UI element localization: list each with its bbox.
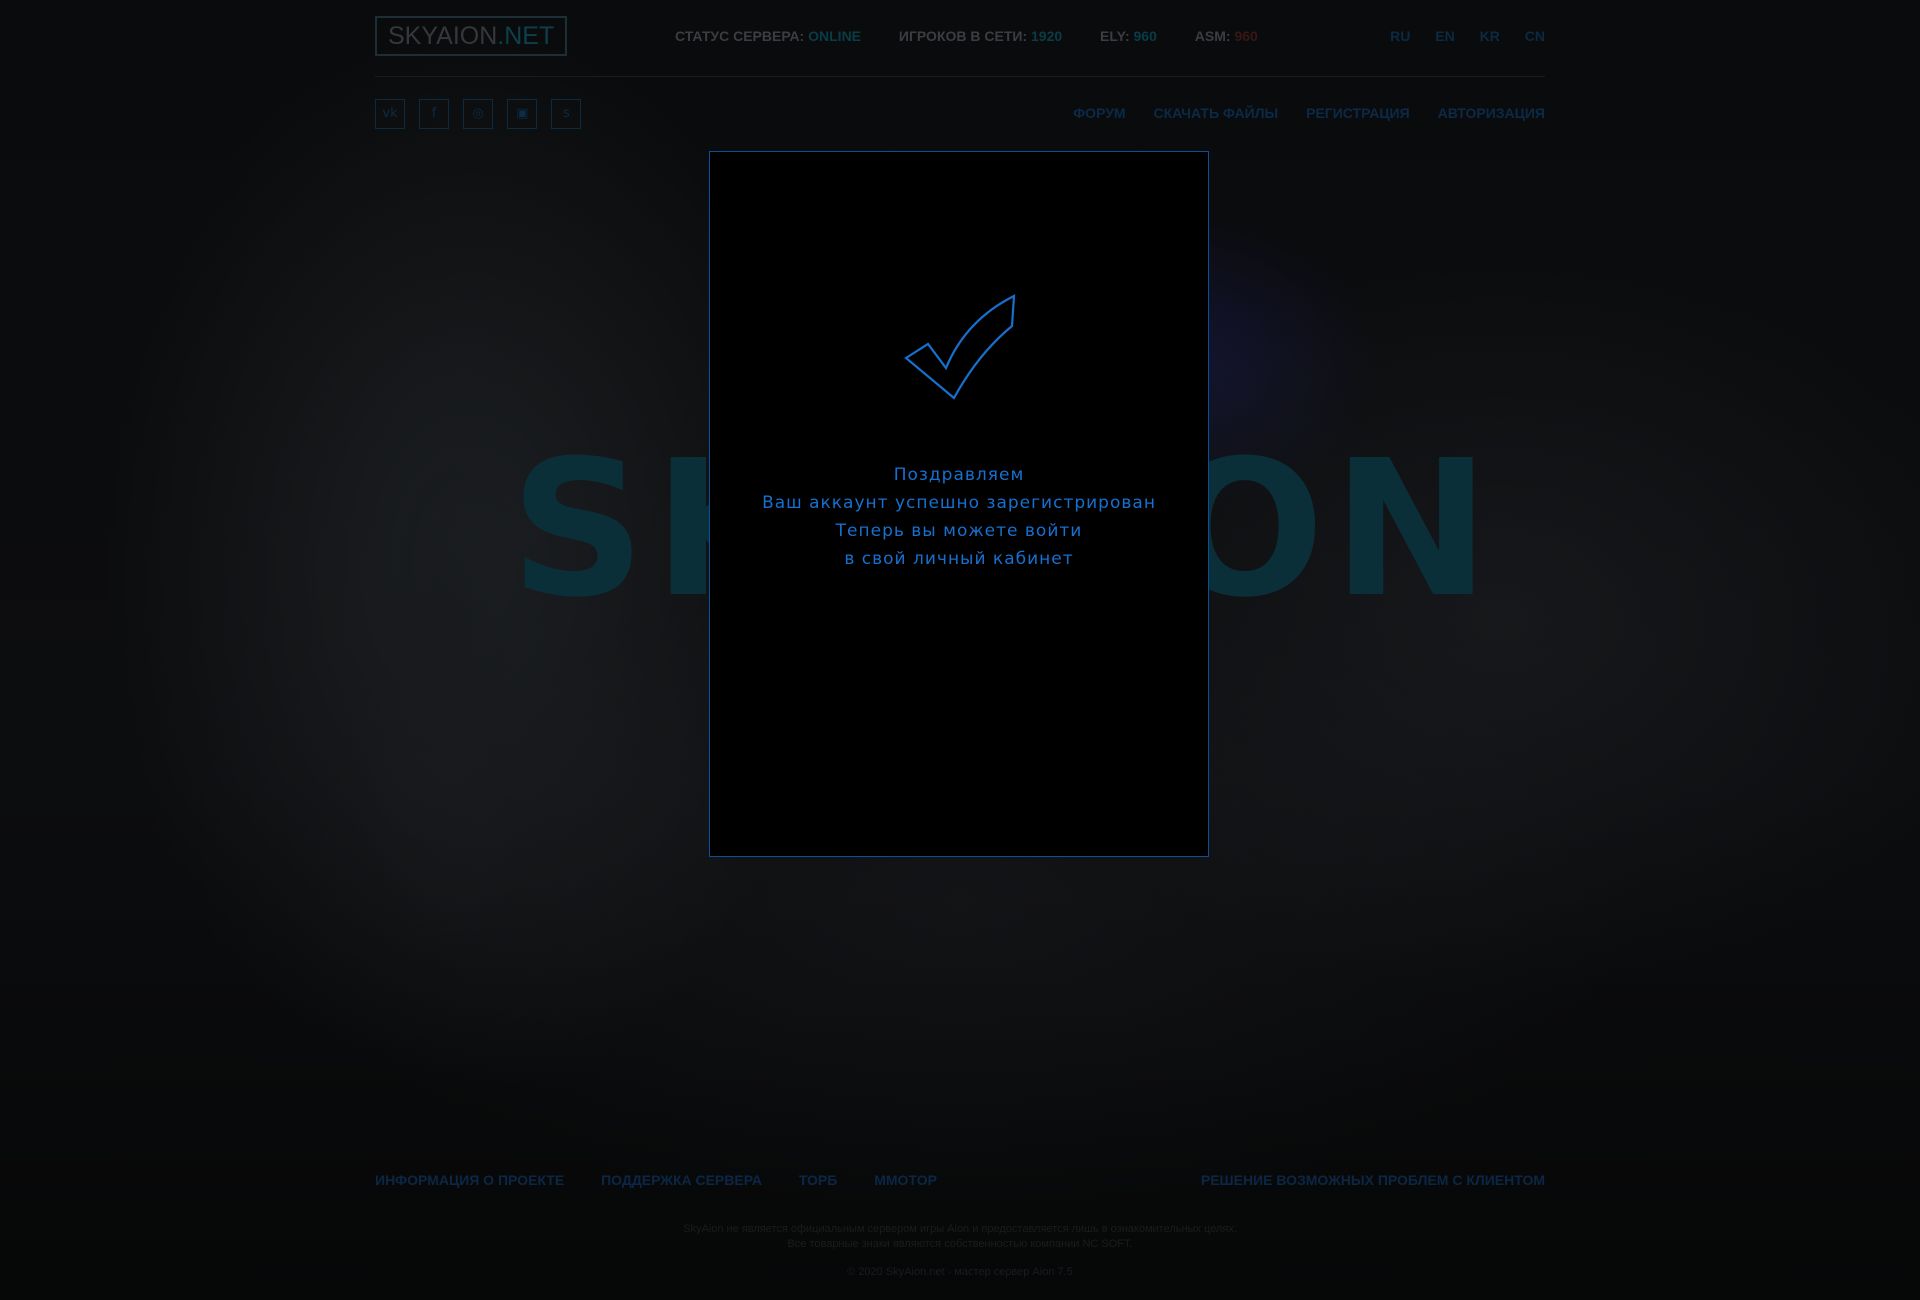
footer-link-support[interactable]: ПОДДЕРЖКА СЕРВЕРА (601, 1172, 762, 1188)
skype-icon[interactable]: s (551, 99, 582, 129)
stat-asm: ASM: 960 (1195, 28, 1258, 44)
success-line: Теперь вы можете войти (835, 521, 1083, 541)
footer-link-about[interactable]: ИНФОРМАЦИЯ О ПРОЕКТЕ (375, 1172, 564, 1188)
server-stats: СТАТУС СЕРВЕРА: ONLINE ИГРОКОВ В СЕТИ: 1… (675, 28, 1292, 48)
site-header: SKYAION.NET СТАТУС СЕРВЕРА: ONLINE ИГРОК… (375, 14, 1545, 77)
lang-cn[interactable]: CN (1525, 28, 1545, 44)
lang-kr[interactable]: KR (1480, 28, 1500, 44)
stat-value: 960 (1133, 28, 1157, 44)
stat-value: 960 (1234, 28, 1258, 44)
social-links: vk f ◎ ▣ s (375, 99, 590, 129)
stat-label: СТАТУС СЕРВЕРА: (675, 28, 805, 44)
disclaimer-line: SkyAion не является официальным сервером… (683, 1223, 1237, 1235)
stat-server-status: СТАТУС СЕРВЕРА: ONLINE (675, 28, 861, 44)
stat-value: ONLINE (808, 28, 862, 44)
success-line: в свой личный кабинет (844, 549, 1074, 569)
logo-suffix-text: .NET (497, 22, 555, 50)
footer-link-troubleshooting[interactable]: РЕШЕНИЕ ВОЗМОЖНЫХ ПРОБЛЕМ С КЛИЕНТОМ (1201, 1172, 1545, 1188)
vk-icon[interactable]: vk (375, 99, 405, 129)
stat-label: ASM: (1194, 28, 1231, 44)
chat-icon[interactable]: ▣ (507, 99, 538, 129)
logo-main-text: SKYAION (388, 22, 498, 50)
nav-registration[interactable]: РЕГИСТРАЦИЯ (1306, 105, 1410, 121)
language-switcher: RU EN KR CN (1369, 28, 1545, 44)
stat-value: 1920 (1031, 28, 1063, 44)
footer-disclaimer: SkyAion не является официальным сервером… (0, 1222, 1920, 1252)
main-nav: ФОРУМ СКАЧАТЬ ФАЙЛЫ РЕГИСТРАЦИЯ АВТОРИЗА… (1049, 105, 1545, 121)
site-logo[interactable]: SKYAION.NET (375, 16, 567, 56)
checkmark-icon (904, 294, 1016, 400)
success-line: Поздравляем (893, 465, 1025, 485)
stat-label: ELY: (1100, 28, 1130, 44)
nav-forum[interactable]: ФОРУМ (1073, 105, 1125, 121)
success-line: Ваш аккаунт успешно зарегистрирован (762, 493, 1156, 513)
success-message: Поздравляем Ваш аккаунт успешно зарегист… (710, 461, 1208, 573)
instagram-icon[interactable]: ◎ (463, 99, 494, 129)
footer-link-mmotop[interactable]: MMOTOP (874, 1172, 937, 1188)
footer-link-torb[interactable]: ТОРБ (799, 1172, 838, 1188)
lang-en[interactable]: EN (1435, 28, 1454, 44)
stat-label: ИГРОКОВ В СЕТИ: (898, 28, 1028, 44)
registration-success-modal: Поздравляем Ваш аккаунт успешно зарегист… (709, 151, 1209, 857)
facebook-icon[interactable]: f (419, 99, 450, 129)
copyright: © 2020 SkyAion.net - мастер сервер Aion … (847, 1266, 1073, 1278)
nav-login[interactable]: АВТОРИЗАЦИЯ (1438, 105, 1545, 121)
lang-ru[interactable]: RU (1390, 28, 1410, 44)
stat-players-online: ИГРОКОВ В СЕТИ: 1920 (899, 28, 1062, 44)
stat-ely: ELY: 960 (1100, 28, 1157, 44)
disclaimer-line: Все товарные знаки являются собственност… (787, 1238, 1133, 1250)
nav-downloads[interactable]: СКАЧАТЬ ФАЙЛЫ (1153, 105, 1278, 121)
footer-links: ИНФОРМАЦИЯ О ПРОЕКТЕ ПОДДЕРЖКА СЕРВЕРА Т… (375, 1172, 1545, 1192)
